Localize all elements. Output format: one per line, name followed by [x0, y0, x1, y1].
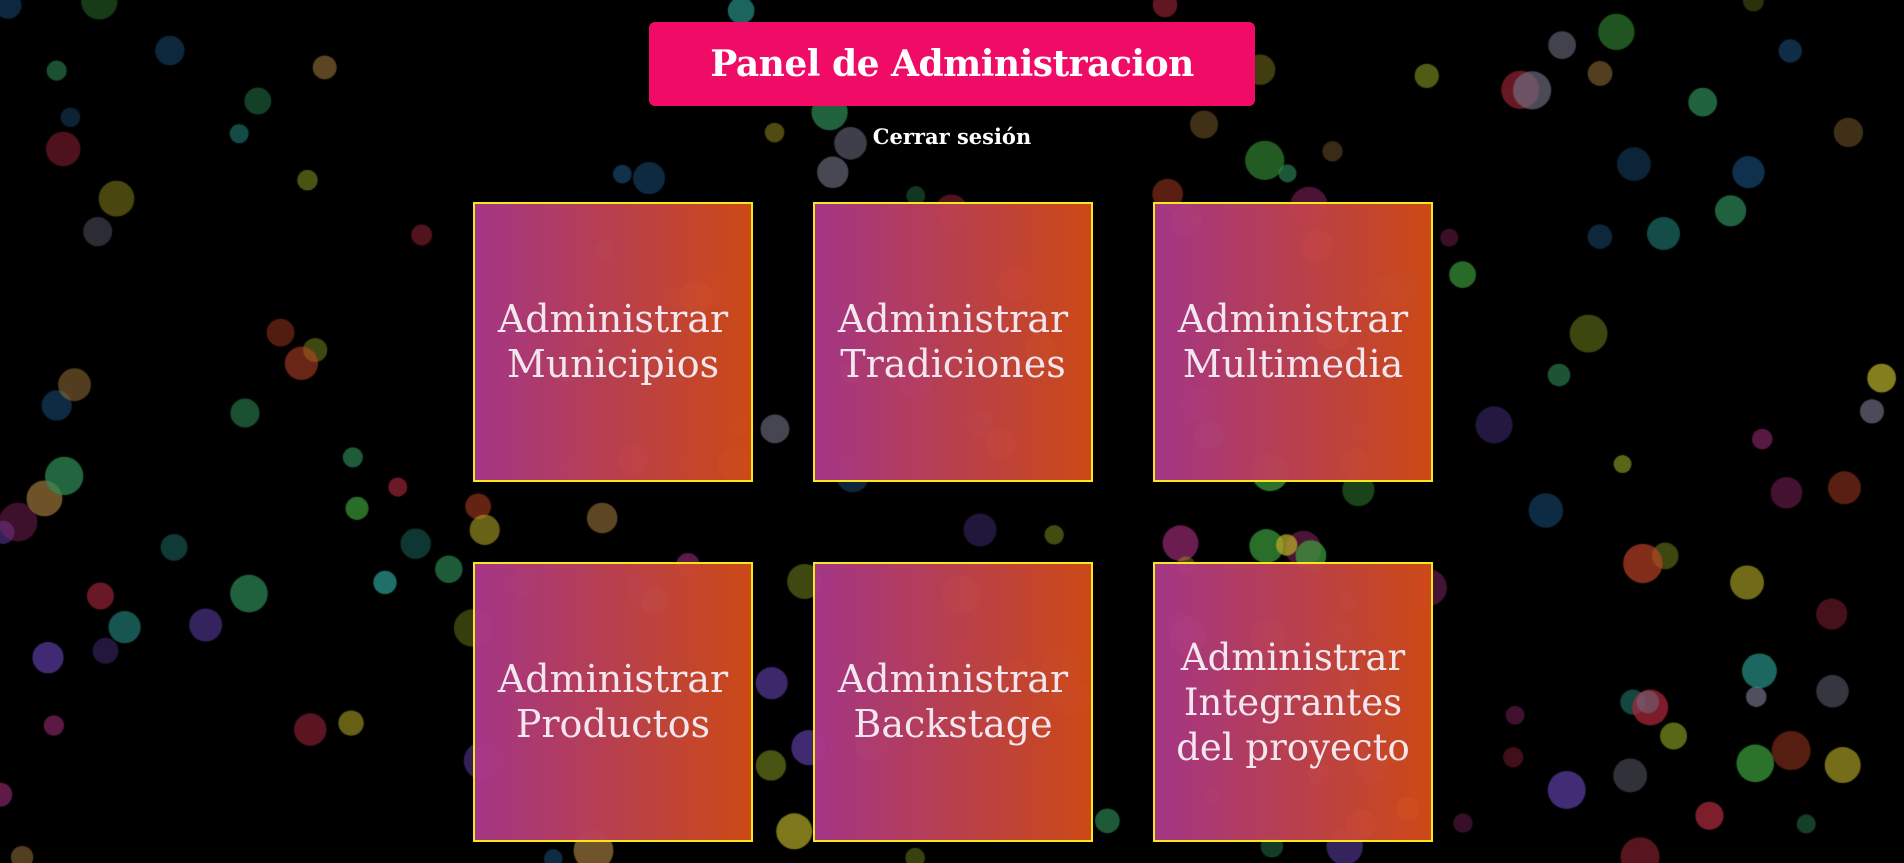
manage-products-card[interactable]: Administrar Productos [473, 562, 753, 842]
manage-backstage-card[interactable]: Administrar Backstage [813, 562, 1093, 842]
card-label: Administrar Productos [497, 657, 729, 746]
manage-project-members-card[interactable]: Administrar Integrantes del proyecto [1153, 562, 1433, 842]
card-label: Administrar Municipios [497, 297, 729, 386]
card-label: Administrar Tradiciones [837, 297, 1069, 386]
manage-municipalities-card[interactable]: Administrar Municipios [473, 202, 753, 482]
logout-link[interactable]: Cerrar sesión [852, 120, 1052, 152]
page-title: Panel de Administracion [649, 22, 1255, 106]
card-label: Administrar Integrantes del proyecto [1176, 635, 1410, 769]
card-label: Administrar Backstage [837, 657, 1069, 746]
admin-panel-page: Panel de Administracion Cerrar sesión Ad… [0, 0, 1904, 863]
card-label: Administrar Multimedia [1177, 297, 1409, 386]
manage-multimedia-card[interactable]: Administrar Multimedia [1153, 202, 1433, 482]
manage-traditions-card[interactable]: Administrar Tradiciones [813, 202, 1093, 482]
